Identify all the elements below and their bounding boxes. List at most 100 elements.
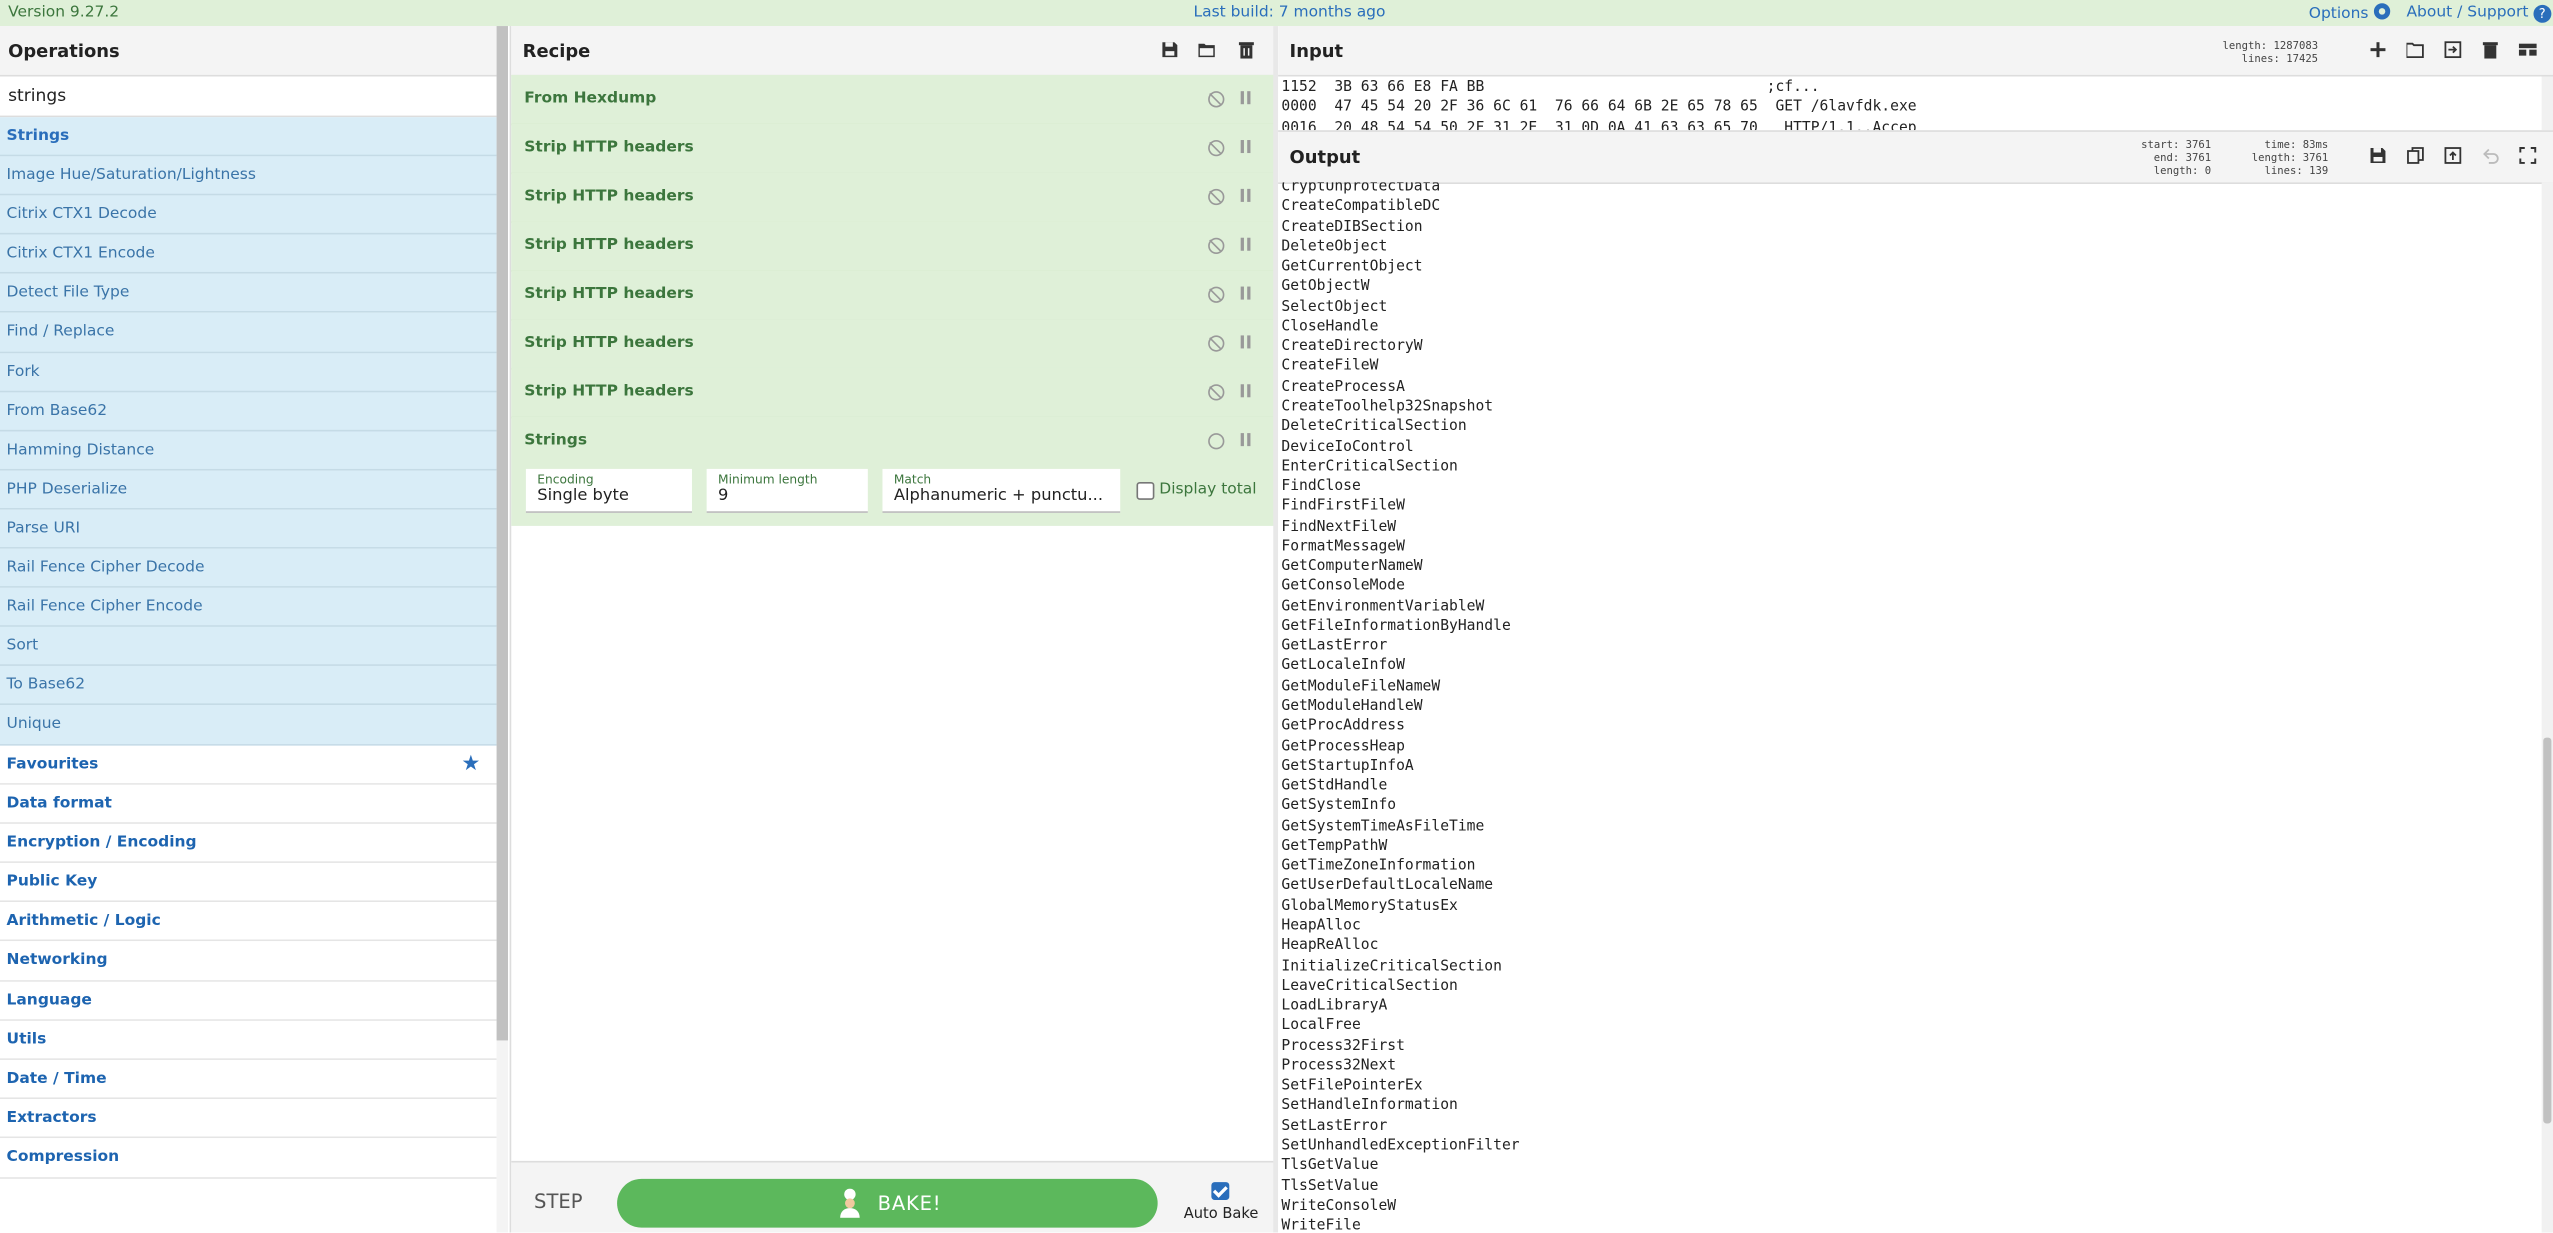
operation-item[interactable]: Rail Fence Cipher Encode (0, 587, 497, 628)
operation-item[interactable]: Detect File Type (0, 274, 497, 314)
copy-output-icon[interactable] (2406, 147, 2424, 165)
output-line: SelectObject (1281, 298, 1388, 316)
star-icon: ★ (461, 751, 481, 776)
operation-item[interactable]: From Base62 (0, 391, 497, 432)
recipe-step[interactable]: Strip HTTP headers (511, 172, 1275, 224)
save-output-icon[interactable] (2369, 147, 2387, 165)
step-button[interactable]: STEP (534, 1190, 582, 1213)
breakpoint-icon[interactable] (1240, 188, 1251, 202)
category-item[interactable]: Language (0, 981, 497, 1021)
output-time: time: 83ms (2264, 138, 2329, 152)
breakpoint-icon[interactable] (1240, 384, 1251, 398)
input-textarea[interactable]: 1152 3B 63 66 E8 FA BB ;cf... 0000 47 45 … (1278, 77, 2553, 131)
operation-item[interactable]: Hamming Distance (0, 431, 497, 471)
input-scrollbar[interactable] (2541, 76, 2553, 131)
open-folder-icon[interactable] (2406, 41, 2424, 59)
disable-step-icon[interactable] (1208, 335, 1225, 352)
output-line: CreateDirectoryW (1281, 338, 1423, 356)
breakpoint-icon[interactable] (1240, 286, 1251, 300)
last-build-link[interactable]: Last build: 7 months ago (1193, 3, 1385, 21)
disable-step-icon[interactable] (1208, 91, 1225, 108)
category-label: Networking (6, 951, 108, 970)
operation-item[interactable]: Parse URI (0, 509, 497, 549)
disable-step-icon[interactable] (1208, 237, 1225, 254)
recipe-step[interactable]: Strip HTTP headers (511, 123, 1275, 175)
search-value: strings (8, 86, 67, 106)
bake-button[interactable]: BAKE! (617, 1178, 1158, 1228)
output-lines: lines: 139 (2264, 164, 2329, 178)
load-recipe-icon[interactable] (1198, 41, 1216, 59)
category-item[interactable]: Data format (0, 784, 497, 824)
operation-item[interactable]: Sort (0, 627, 497, 667)
operation-item[interactable]: Strings (0, 117, 497, 157)
chef-icon (840, 1188, 860, 1218)
operation-item[interactable]: Citrix CTX1 Encode (0, 234, 497, 275)
auto-bake-checkbox[interactable] (1211, 1182, 1230, 1200)
category-item[interactable]: Extractors (0, 1099, 497, 1139)
output-line: HeapAlloc (1281, 918, 1361, 935)
operation-item[interactable]: Fork (0, 352, 497, 392)
output-textarea[interactable]: CryptUnprotectData CreateCompatibleDC Crea… (1278, 182, 2541, 1232)
match-select[interactable]: Match Alphanumeric + punctu... (882, 468, 1121, 513)
disable-step-icon[interactable] (1208, 140, 1225, 157)
recipe-step[interactable]: Strip HTTP headers (511, 221, 1275, 272)
category-item[interactable]: Favourites ★ (0, 744, 497, 785)
minimum-length-input[interactable]: Minimum length 9 (706, 468, 868, 513)
output-scroll-thumb[interactable] (2543, 737, 2552, 1124)
recipe-step[interactable]: Strip HTTP headers (511, 367, 1275, 419)
operation-item[interactable]: Citrix CTX1 Decode (0, 195, 497, 235)
operation-item[interactable]: PHP Deserialize (0, 470, 497, 510)
open-file-icon[interactable] (2444, 41, 2462, 59)
operations-scroll-thumb[interactable] (496, 26, 508, 1041)
output-line: TlsGetValue (1281, 1158, 1379, 1175)
category-item[interactable]: Networking (0, 941, 497, 982)
recipe-step[interactable]: Strip HTTP headers (511, 270, 1275, 321)
version-label: Version 9.27.2 (8, 3, 120, 22)
layout-icon[interactable] (2518, 41, 2537, 59)
breakpoint-icon[interactable] (1240, 335, 1251, 349)
output-stats: time: 83ms length: 3761 lines: 139 (2252, 138, 2328, 177)
options-link[interactable]: Options (2309, 3, 2390, 23)
disable-step-icon[interactable] (1208, 188, 1225, 206)
recipe-step[interactable]: Strip HTTP headers (511, 319, 1275, 370)
category-label: Encryption / Encoding (6, 833, 197, 852)
recipe-panel: Recipe From Hexdump Strip HTTP headers Str… (509, 26, 1275, 1233)
output-line: CreateFileW (1281, 358, 1379, 376)
category-item[interactable]: Encryption / Encoding (0, 823, 497, 864)
category-item[interactable]: Public Key (0, 863, 497, 903)
breakpoint-icon-bar (1247, 433, 1251, 447)
disable-step-icon[interactable] (1208, 384, 1225, 401)
display-total-checkbox[interactable] (1136, 481, 1155, 500)
breakpoint-icon[interactable] (1240, 433, 1244, 447)
category-item[interactable]: Utils (0, 1020, 497, 1060)
operation-item[interactable]: Rail Fence Cipher Decode (0, 548, 497, 588)
breakpoint-icon[interactable] (1240, 91, 1251, 105)
breakpoint-icon[interactable] (1240, 237, 1251, 251)
operation-item[interactable]: Find / Replace (0, 313, 497, 353)
operations-search-input[interactable]: strings (0, 76, 497, 118)
top-banner: Version 9.27.2 Last build: 7 months ago … (0, 0, 2553, 27)
maximize-icon[interactable] (2519, 147, 2537, 165)
input-line: 0016 20 48 54 54 50 2F 31 2E 31 0D 0A 41… (1281, 119, 1917, 131)
about-link[interactable]: About / Support? (2406, 3, 2552, 23)
undo-icon[interactable] (2481, 147, 2499, 165)
replace-input-icon[interactable] (2444, 147, 2462, 165)
encoding-select[interactable]: Encoding Single byte (525, 468, 692, 513)
disable-step-icon[interactable] (1208, 286, 1225, 303)
operation-item[interactable]: To Base62 (0, 666, 497, 706)
clear-input-icon[interactable] (2481, 41, 2499, 59)
disable-step-icon[interactable] (1208, 433, 1225, 450)
category-item[interactable]: Arithmetic / Logic (0, 902, 497, 942)
operation-item[interactable]: Image Hue/Saturation/Lightness (0, 156, 497, 196)
output-line: HeapReAlloc (1281, 938, 1379, 955)
output-line: GetTimeZoneInformation (1281, 858, 1476, 875)
clear-recipe-icon[interactable] (1237, 41, 1255, 59)
category-item[interactable]: Compression (0, 1138, 497, 1179)
recipe-step[interactable]: From Hexdump (511, 74, 1275, 126)
add-tab-icon[interactable] (2369, 41, 2387, 59)
operation-item[interactable]: Unique (0, 705, 497, 745)
save-recipe-icon[interactable] (1161, 41, 1179, 59)
breakpoint-icon[interactable] (1240, 140, 1251, 154)
output-line: CreateDIBSection (1281, 219, 1423, 236)
category-item[interactable]: Date / Time (0, 1059, 497, 1100)
